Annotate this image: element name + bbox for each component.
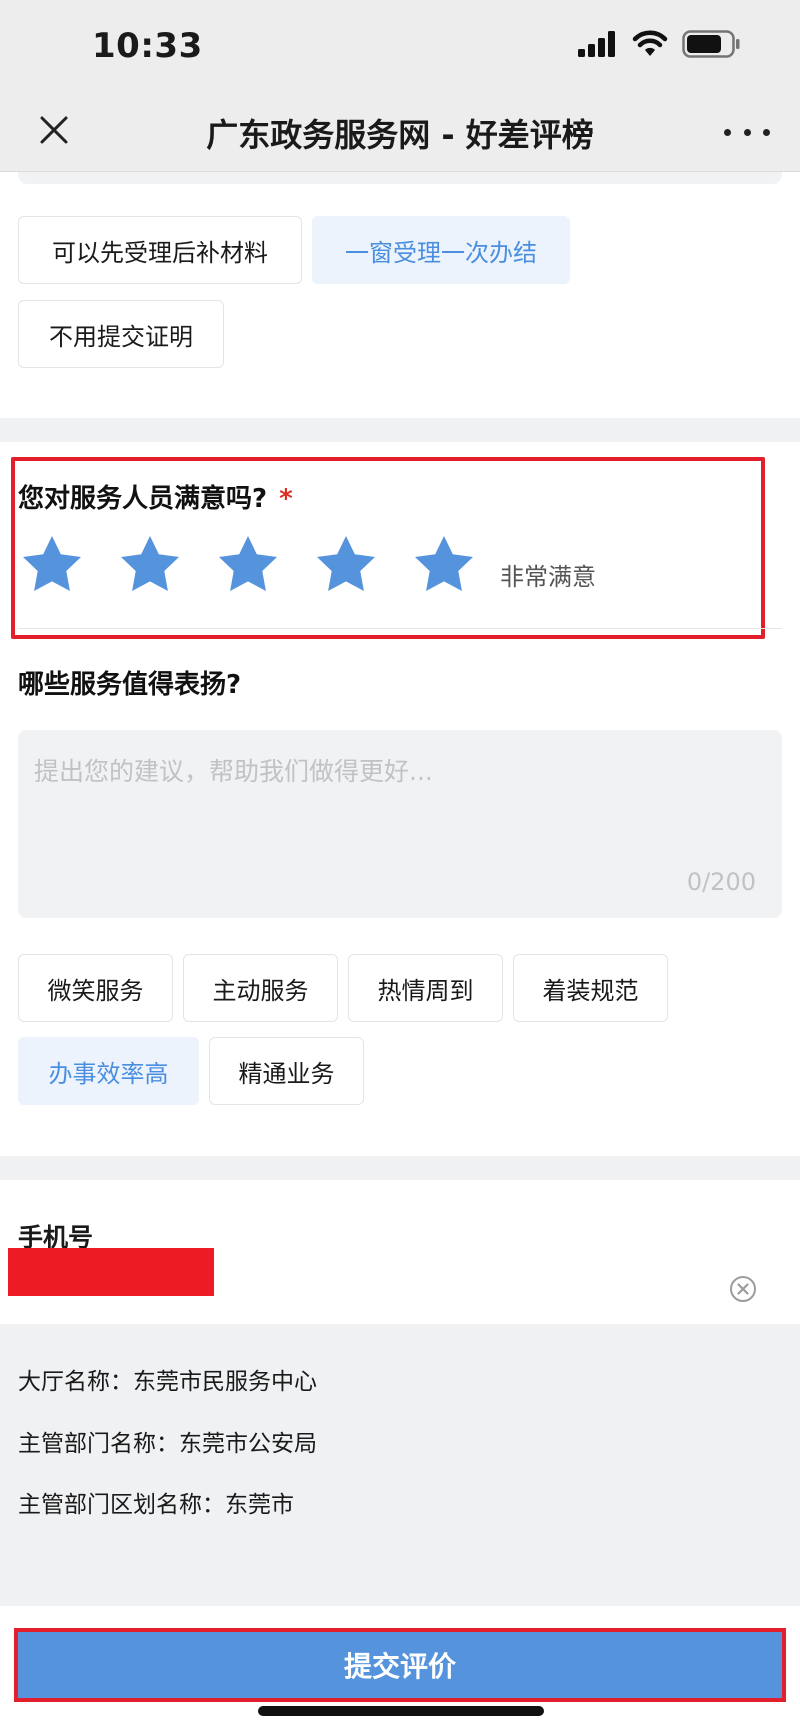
more-dot-icon bbox=[763, 128, 770, 136]
section-divider bbox=[0, 418, 800, 442]
wifi-icon bbox=[632, 30, 668, 56]
char-counter: 0/200 bbox=[686, 868, 756, 896]
section-divider bbox=[0, 1156, 800, 1180]
service-tag[interactable]: 可以先受理后补材料 bbox=[18, 216, 302, 284]
battery-icon bbox=[682, 30, 740, 58]
star-icon[interactable] bbox=[20, 534, 84, 598]
praise-tag-selected[interactable]: 办事效率高 bbox=[18, 1037, 199, 1105]
praise-tag[interactable]: 着装规范 bbox=[513, 954, 668, 1022]
required-mark: * bbox=[279, 484, 293, 514]
more-dot-icon bbox=[743, 128, 751, 136]
service-tag[interactable]: 不用提交证明 bbox=[18, 300, 224, 368]
divider bbox=[18, 628, 782, 629]
suggestion-textarea[interactable] bbox=[18, 730, 782, 918]
signal-icon bbox=[578, 31, 615, 57]
star-icon[interactable] bbox=[118, 534, 182, 598]
previous-card-edge bbox=[18, 172, 782, 184]
hall-info-panel: 大厅名称：东莞市民服务中心 主管部门名称：东莞市公安局 主管部门区划名称：东莞市 bbox=[0, 1324, 800, 1606]
star-icon[interactable] bbox=[314, 534, 378, 598]
praise-tag[interactable]: 精通业务 bbox=[209, 1037, 364, 1105]
nav-bar: 广东政务服务网 - 好差评榜 bbox=[0, 92, 800, 172]
phone-input[interactable] bbox=[216, 1250, 716, 1296]
hall-name: 大厅名称：东莞市民服务中心 bbox=[18, 1369, 317, 1395]
service-tag-selected[interactable]: 一窗受理一次办结 bbox=[312, 216, 570, 284]
page-title: 广东政务服务网 - 好差评榜 bbox=[206, 116, 594, 154]
more-menu-button[interactable] bbox=[724, 114, 770, 150]
home-indicator bbox=[258, 1706, 544, 1716]
praise-question: 哪些服务值得表扬? bbox=[18, 670, 242, 700]
star-rating[interactable] bbox=[20, 534, 476, 598]
clear-input-icon[interactable] bbox=[729, 1275, 757, 1303]
submit-button[interactable]: 提交评价 bbox=[18, 1632, 782, 1698]
more-dot-icon bbox=[724, 128, 731, 136]
praise-tag[interactable]: 热情周到 bbox=[348, 954, 503, 1022]
staff-satisfaction-question: 您对服务人员满意吗? * bbox=[18, 478, 293, 515]
praise-tag[interactable]: 主动服务 bbox=[183, 954, 338, 1022]
praise-tag[interactable]: 微笑服务 bbox=[18, 954, 173, 1022]
redaction-block bbox=[8, 1248, 214, 1296]
district-name: 主管部门区划名称：东莞市 bbox=[18, 1492, 294, 1518]
question-text: 您对服务人员满意吗? bbox=[18, 484, 268, 514]
status-time: 10:33 bbox=[92, 26, 203, 66]
star-icon[interactable] bbox=[412, 534, 476, 598]
status-icons bbox=[578, 30, 740, 58]
rating-label: 非常满意 bbox=[500, 563, 596, 591]
star-icon[interactable] bbox=[216, 534, 280, 598]
department-name: 主管部门名称：东莞市公安局 bbox=[18, 1431, 317, 1457]
status-bar: 10:33 bbox=[0, 0, 800, 92]
